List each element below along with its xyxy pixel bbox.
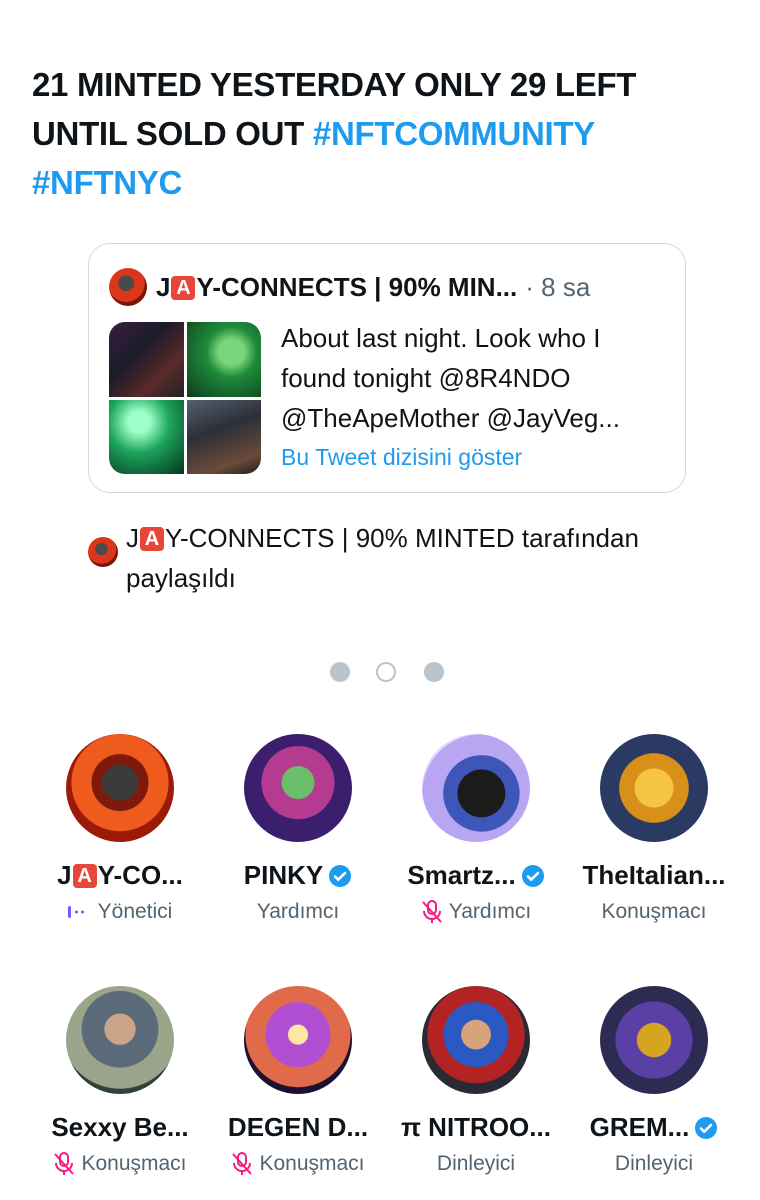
participant-card[interactable]: GREM... Dinleyici bbox=[566, 986, 742, 1186]
participant-name: Sexxy Be... bbox=[51, 1112, 189, 1142]
participant-card[interactable]: π NITROO... Dinleyici bbox=[388, 986, 564, 1186]
shared-by-text: J A Y-CONNECTS | 90% MINTED tarafından pay… bbox=[126, 523, 639, 593]
space-participants-grid: J A Y-CO... Yönetici PINKY Yardımcı Smar… bbox=[32, 734, 732, 1175]
media-thumbnail[interactable] bbox=[109, 399, 184, 474]
hashtag-nftnyc[interactable]: #NFTNYC bbox=[32, 164, 182, 201]
tweet-page: 21 MINTED YESTERDAY ONLY 29 LEFT UNTIL S… bbox=[0, 0, 760, 1200]
participant-name: PINKY bbox=[210, 860, 386, 891]
participant-name: DEGEN D... bbox=[227, 1112, 369, 1142]
participant-avatar[interactable] bbox=[66, 734, 174, 842]
quoted-tweet-time: · 8 sa bbox=[525, 271, 591, 302]
pager-dot-active[interactable] bbox=[376, 662, 396, 682]
participant-name: π NITROO... bbox=[401, 1112, 551, 1142]
carousel-pager bbox=[328, 662, 448, 684]
participant-role: Dinleyici bbox=[614, 1152, 694, 1175]
verified-badge-icon bbox=[695, 1116, 718, 1139]
participant-card[interactable]: Sexxy Be... Konuşmacı bbox=[32, 986, 208, 1186]
media-thumbnail[interactable] bbox=[109, 322, 184, 397]
participant-card[interactable]: TheItalian... Konuşmacı bbox=[566, 734, 742, 934]
participant-name: GREM... bbox=[566, 1112, 742, 1143]
a-emoji-icon: A bbox=[171, 275, 196, 300]
participant-name: J A Y-CO... bbox=[57, 860, 183, 890]
quoted-tweet-text: About last night. Look who I found tonig… bbox=[281, 323, 620, 433]
media-thumbnail[interactable] bbox=[186, 322, 261, 397]
media-thumbnail[interactable] bbox=[186, 399, 261, 474]
a-emoji-icon: A bbox=[72, 863, 97, 888]
host-icon bbox=[67, 906, 84, 918]
participant-role: Yardımcı bbox=[388, 900, 564, 924]
verified-badge-icon bbox=[521, 864, 544, 887]
pager-dot[interactable] bbox=[330, 662, 350, 682]
quoted-author-avatar[interactable] bbox=[109, 268, 147, 306]
participant-role: Konuşmacı bbox=[601, 900, 707, 923]
verified-badge-icon bbox=[329, 864, 352, 887]
show-thread-link[interactable]: Bu Tweet dizisini göster bbox=[281, 444, 522, 471]
sharer-avatar[interactable] bbox=[88, 537, 118, 567]
participant-avatar[interactable] bbox=[66, 986, 174, 1094]
mic-off-icon bbox=[422, 900, 442, 923]
mic-off-icon bbox=[54, 1152, 75, 1175]
participant-role: Yönetici bbox=[32, 900, 208, 924]
participant-role: Konuşmacı bbox=[32, 1152, 208, 1176]
participant-avatar[interactable] bbox=[422, 734, 530, 842]
participant-role: Dinleyici bbox=[436, 1152, 516, 1175]
participant-role: Yardımcı bbox=[256, 900, 340, 923]
participant-card[interactable]: Smartz... Yardımcı bbox=[388, 734, 564, 934]
participant-avatar[interactable] bbox=[600, 986, 708, 1094]
participant-name: TheItalian... bbox=[582, 860, 726, 890]
participant-card[interactable]: J A Y-CO... Yönetici bbox=[32, 734, 208, 934]
participant-name: Smartz... bbox=[388, 860, 564, 891]
hashtag-nftcommunity[interactable]: #NFTCOMMUNITY bbox=[313, 115, 595, 152]
participant-role: Konuşmacı bbox=[210, 1152, 386, 1176]
quoted-media-grid[interactable] bbox=[109, 322, 261, 474]
participant-card[interactable]: PINKY Yardımcı bbox=[210, 734, 386, 934]
quoted-tweet-header: J A Y-CONNECTS | 90% MIN... · 8 sa bbox=[109, 266, 590, 308]
pager-dot[interactable] bbox=[424, 662, 444, 682]
mic-off-icon bbox=[232, 1152, 253, 1175]
participant-avatar[interactable] bbox=[422, 986, 530, 1094]
participant-avatar[interactable] bbox=[244, 986, 352, 1094]
participant-card[interactable]: DEGEN D... Konuşmacı bbox=[210, 986, 386, 1186]
tweet-text: 21 MINTED YESTERDAY ONLY 29 LEFT UNTIL S… bbox=[32, 60, 712, 207]
participant-avatar[interactable] bbox=[244, 734, 352, 842]
quoted-tweet-card[interactable]: J A Y-CONNECTS | 90% MIN... · 8 sa About l… bbox=[88, 243, 686, 493]
participant-avatar[interactable] bbox=[600, 734, 708, 842]
quoted-author-name[interactable]: J A Y-CONNECTS | 90% MIN... bbox=[156, 272, 517, 303]
a-emoji-icon: A bbox=[140, 527, 164, 551]
